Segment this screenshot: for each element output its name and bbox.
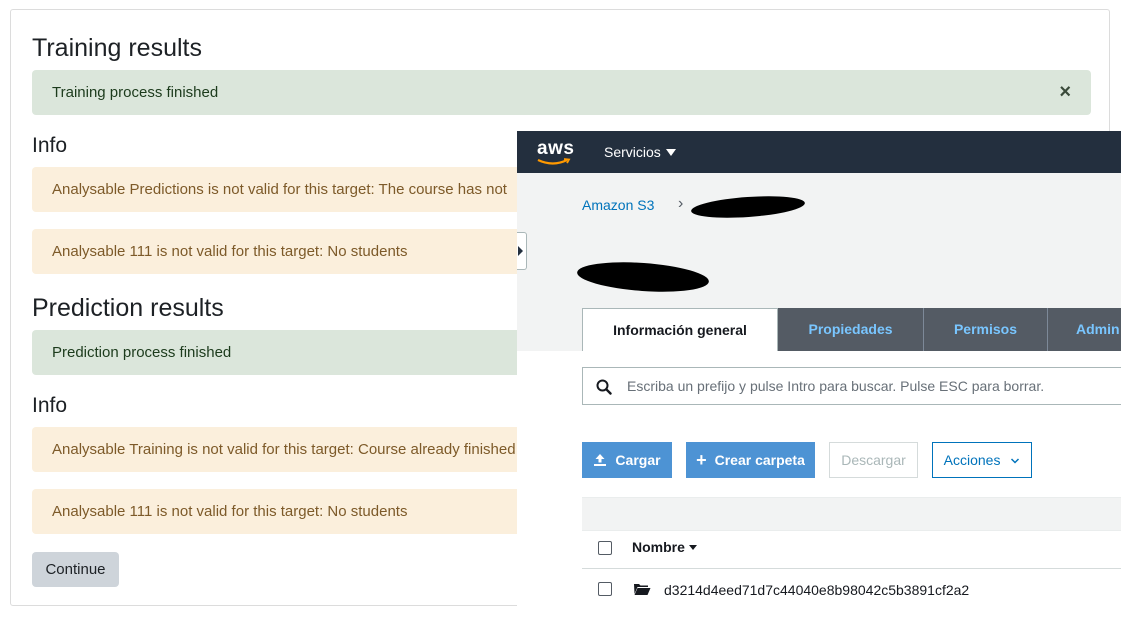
tab-propiedades[interactable]: Propiedades [778, 308, 924, 351]
tab-administracion[interactable]: Admin [1048, 308, 1121, 351]
breadcrumb-amazon-s3[interactable]: Amazon S3 [582, 197, 654, 213]
services-menu[interactable]: Servicios [604, 131, 676, 173]
close-icon[interactable]: × [1059, 70, 1071, 115]
prediction-results-heading: Prediction results [32, 294, 224, 322]
info-heading-2: Info [32, 394, 68, 417]
info-heading-1: Info [32, 134, 68, 157]
create-folder-button[interactable]: + Crear carpeta [686, 442, 815, 478]
training-success-alert: Training process finished × [32, 70, 1091, 115]
tab-informacion-general[interactable]: Información general [582, 308, 778, 351]
prefix-search-input[interactable]: Escriba un prefijo y pulse Intro para bu… [582, 367, 1121, 405]
continue-button[interactable]: Continue [32, 552, 119, 587]
folder-icon [634, 584, 651, 595]
header-divider [582, 568, 1121, 569]
sidebar-toggle-icon[interactable] [517, 232, 527, 270]
aws-logo[interactable]: aws [537, 138, 575, 165]
info-alert-text: Analysable 111 is not valid for this tar… [52, 503, 408, 520]
row-checkbox[interactable] [598, 582, 612, 596]
select-all-checkbox[interactable] [598, 541, 612, 555]
folder-link[interactable]: d3214d4eed71d7c44040e8b98042c5b3891cf2a2 [664, 582, 969, 598]
training-alert-text: Training process finished [52, 84, 219, 101]
breadcrumb-separator: › [678, 195, 684, 212]
info-alert-text: Analysable Training is not valid for thi… [52, 441, 516, 458]
list-toolbar-band [582, 497, 1121, 531]
download-button[interactable]: Descargar [829, 442, 918, 478]
actions-dropdown[interactable]: Acciones [932, 442, 1032, 478]
info-alert-text: Analysable Predictions is not valid for … [52, 181, 507, 198]
prediction-alert-text: Prediction process finished [52, 344, 232, 361]
training-results-heading: Training results [32, 34, 202, 62]
column-header-nombre[interactable]: Nombre [632, 539, 697, 555]
aws-s3-console: aws Servicios Amazon S3 › Información ge… [517, 131, 1121, 620]
chevron-down-icon [1011, 458, 1020, 464]
aws-smile-icon [537, 158, 571, 165]
plus-icon: + [696, 450, 707, 470]
search-icon [596, 379, 612, 395]
info-alert-text: Analysable 111 is not valid for this tar… [52, 243, 408, 260]
tab-permisos[interactable]: Permisos [924, 308, 1048, 351]
services-label: Servicios [604, 144, 661, 160]
upload-label: Cargar [615, 452, 661, 468]
aws-top-nav: aws Servicios [517, 131, 1121, 173]
upload-icon [593, 443, 607, 477]
column-header-label: Nombre [632, 539, 685, 555]
create-folder-label: Crear carpeta [714, 452, 805, 468]
aws-logo-text: aws [537, 138, 575, 159]
search-placeholder: Escriba un prefijo y pulse Intro para bu… [627, 378, 1045, 394]
caret-down-icon [665, 149, 676, 156]
download-label: Descargar [841, 452, 906, 468]
actions-label: Acciones [943, 452, 1001, 468]
upload-button[interactable]: Cargar [582, 442, 672, 478]
sort-down-icon [688, 545, 697, 550]
